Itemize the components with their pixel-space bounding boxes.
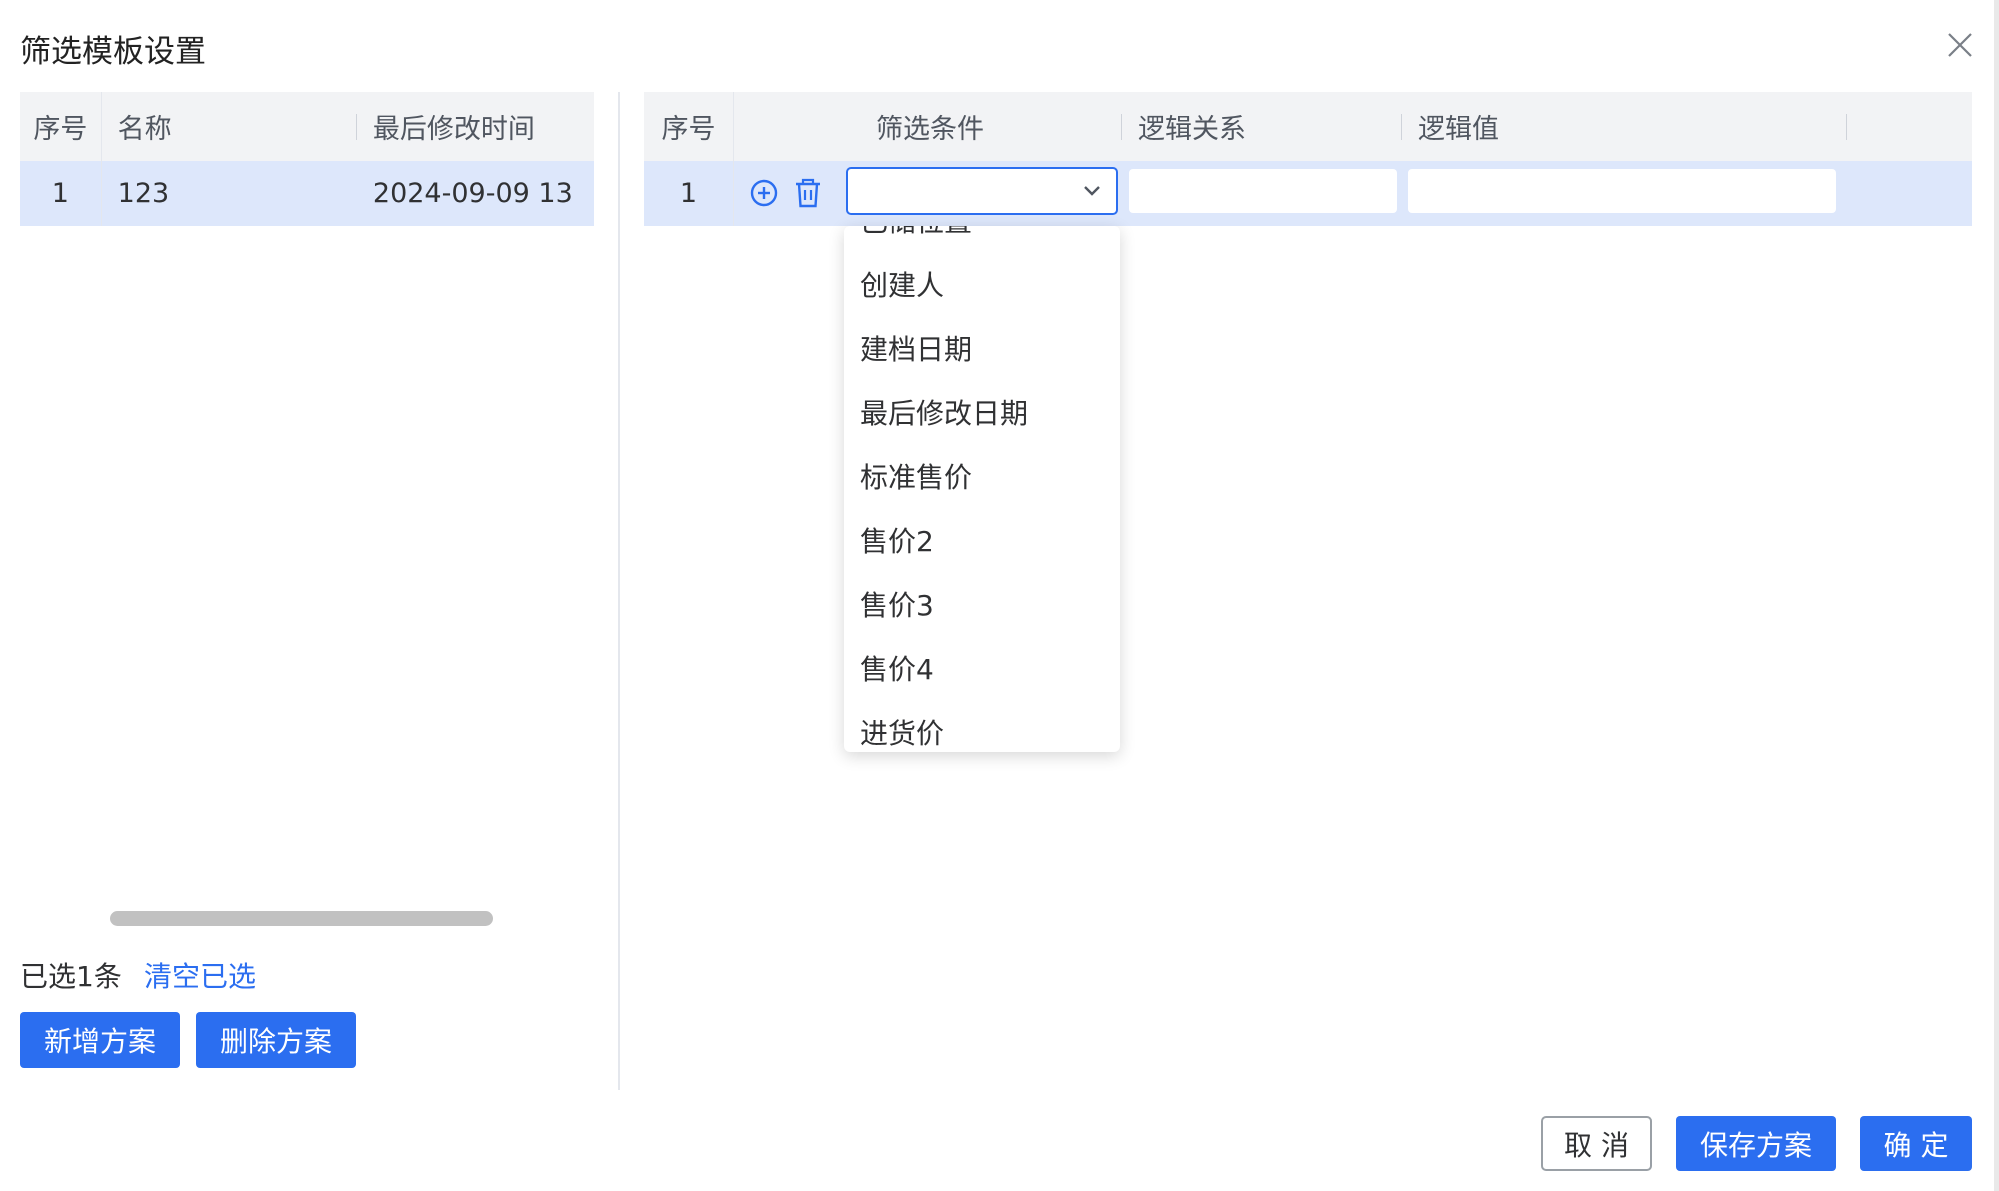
trash-icon[interactable] bbox=[793, 177, 823, 209]
cancel-button[interactable]: 取 消 bbox=[1541, 1116, 1652, 1171]
dropdown-option[interactable]: 进货价 bbox=[844, 702, 1120, 752]
dropdown-option[interactable]: 最后修改日期 bbox=[844, 382, 1120, 446]
close-icon[interactable] bbox=[1943, 28, 1977, 62]
dropdown-option[interactable]: 已储位置 bbox=[844, 226, 1120, 254]
chevron-down-icon bbox=[1084, 186, 1100, 196]
save-scheme-button[interactable]: 保存方案 bbox=[1676, 1116, 1836, 1171]
dropdown-option[interactable]: 创建人 bbox=[844, 254, 1120, 318]
row-name: 123 bbox=[117, 178, 170, 209]
row-spacer bbox=[1847, 161, 1972, 226]
clear-selection-link[interactable]: 清空已选 bbox=[144, 955, 256, 995]
col-header-name-label: 名称 bbox=[117, 114, 172, 145]
col-header-relation: 逻辑关系 bbox=[1122, 92, 1402, 161]
horizontal-scrollbar[interactable] bbox=[110, 911, 493, 926]
dialog-title: 筛选模板设置 bbox=[20, 34, 206, 70]
row-modified-time: 2024-09-09 13 bbox=[372, 178, 573, 209]
scheme-table: 序号 名称 最后修改时间 1 123 2024-09-09 13 bbox=[20, 92, 594, 226]
col-header-value-label: 逻辑值 bbox=[1418, 114, 1499, 145]
dropdown-list: 已储位置 创建人 建档日期 最后修改日期 标准售价 售价2 售价3 售价4 进货… bbox=[844, 226, 1120, 752]
row-index: 1 bbox=[644, 161, 734, 226]
dropdown-option[interactable]: 标准售价 bbox=[844, 446, 1120, 510]
value-input[interactable] bbox=[1408, 169, 1836, 213]
selected-count: 已选1条 bbox=[20, 960, 122, 993]
condition-table-header: 序号 筛选条件 逻辑关系 逻辑值 bbox=[644, 92, 1972, 161]
add-scheme-button[interactable]: 新增方案 bbox=[20, 1012, 180, 1068]
col-header-name: 名称 bbox=[102, 92, 357, 161]
col-header-actions bbox=[734, 92, 844, 161]
table-row[interactable]: 1 123 2024-09-09 13 bbox=[20, 161, 594, 226]
col-header-value: 逻辑值 bbox=[1402, 92, 1847, 161]
condition-select[interactable] bbox=[846, 167, 1118, 215]
col-header-condition: 筛选条件 bbox=[844, 92, 1122, 161]
col-header-modified: 最后修改时间 bbox=[372, 114, 535, 145]
condition-dropdown: 已储位置 创建人 建档日期 最后修改日期 标准售价 售价2 售价3 售价4 进货… bbox=[844, 226, 1120, 752]
col-header-condition-label: 筛选条件 bbox=[876, 114, 984, 145]
col-header-spacer bbox=[1847, 92, 1972, 161]
confirm-button[interactable]: 确 定 bbox=[1860, 1116, 1972, 1171]
plus-circle-icon[interactable] bbox=[749, 178, 779, 208]
window-edge bbox=[1994, 0, 1999, 1191]
filter-template-dialog: 筛选模板设置 序号 名称 最后修改时间 1 123 2024-09-09 13 … bbox=[0, 0, 1999, 1191]
row-index: 1 bbox=[20, 161, 102, 226]
col-header-index: 序号 bbox=[20, 92, 102, 161]
relation-input[interactable] bbox=[1129, 169, 1397, 213]
dropdown-option[interactable]: 建档日期 bbox=[844, 318, 1120, 382]
panel-divider bbox=[618, 92, 620, 1090]
delete-scheme-button[interactable]: 删除方案 bbox=[196, 1012, 356, 1068]
scheme-table-header: 序号 名称 最后修改时间 bbox=[20, 92, 594, 161]
col-header-relation-label: 逻辑关系 bbox=[1138, 114, 1246, 145]
dropdown-option[interactable]: 售价3 bbox=[844, 574, 1120, 638]
dropdown-option[interactable]: 售价4 bbox=[844, 638, 1120, 702]
col-header-index: 序号 bbox=[644, 92, 734, 161]
dropdown-option[interactable]: 售价2 bbox=[844, 510, 1120, 574]
